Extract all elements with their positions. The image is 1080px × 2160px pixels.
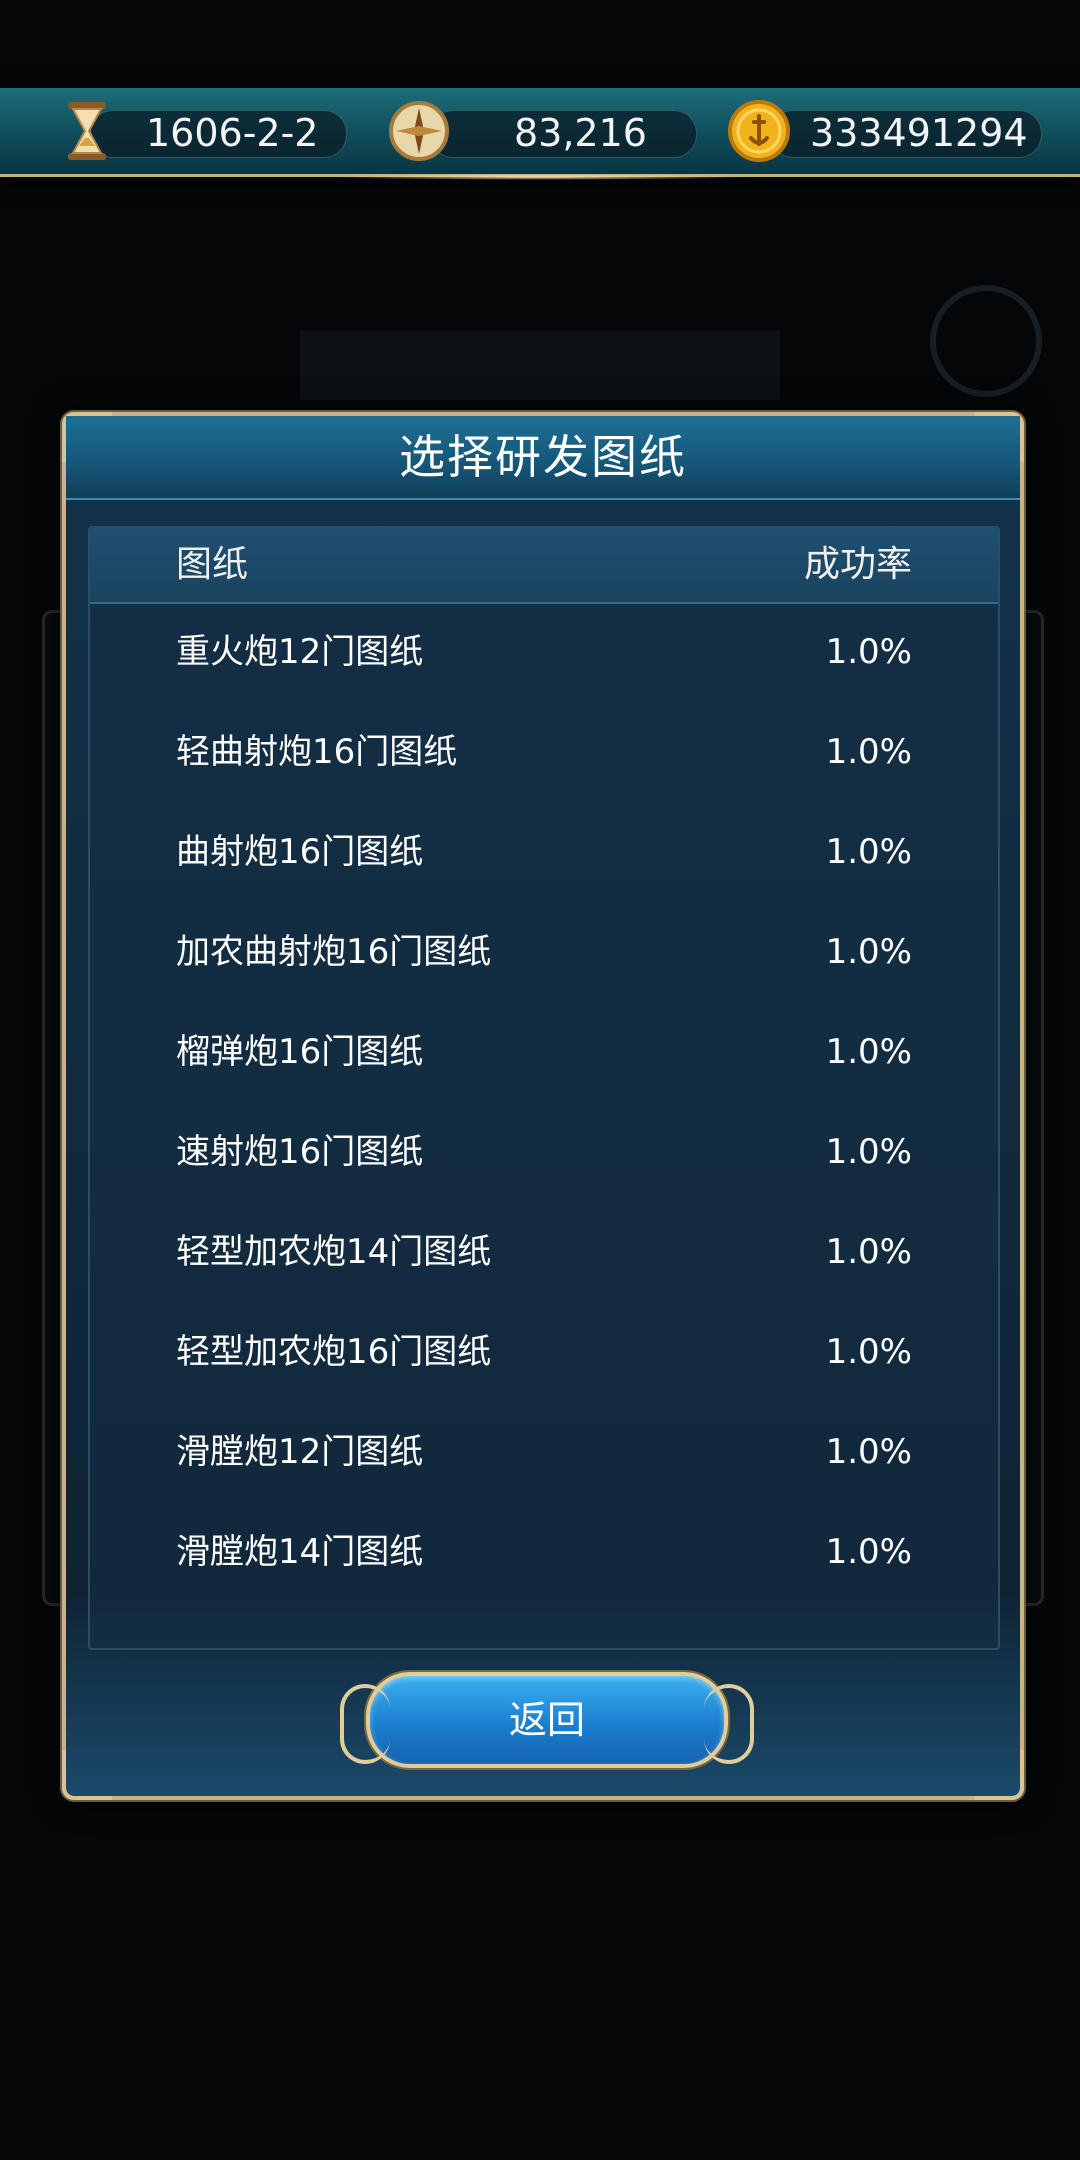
success-rate: 1.0% bbox=[825, 632, 912, 672]
success-rate: 1.0% bbox=[825, 1532, 912, 1572]
blueprint-name: 速射炮16门图纸 bbox=[176, 1132, 424, 1172]
success-rate: 1.0% bbox=[825, 1332, 912, 1372]
success-rate: 1.0% bbox=[825, 832, 912, 872]
corner-ornament bbox=[62, 1750, 112, 1800]
table-row[interactable]: 滑膛炮12门图纸 1.0% bbox=[90, 1402, 998, 1502]
corner-ornament bbox=[974, 1750, 1024, 1800]
success-rate: 1.0% bbox=[825, 1132, 912, 1172]
blueprint-name: 轻型加农炮14门图纸 bbox=[176, 1232, 492, 1272]
blueprint-name: 滑膛炮12门图纸 bbox=[176, 1432, 424, 1472]
gold-coin-icon bbox=[728, 100, 790, 162]
resource-bar: 1606-2-2 83,216 333491294 bbox=[0, 88, 1080, 180]
success-rate: 1.0% bbox=[825, 1432, 912, 1472]
hourglass-icon bbox=[68, 102, 106, 160]
blueprint-name: 加农曲射炮16门图纸 bbox=[176, 932, 492, 972]
background-back-icon bbox=[930, 285, 1042, 397]
blueprint-name: 重火炮12门图纸 bbox=[176, 632, 424, 672]
back-button[interactable]: 返回 bbox=[340, 1672, 754, 1768]
table-row[interactable]: 曲射炮16门图纸 1.0% bbox=[90, 802, 998, 902]
table-row[interactable]: 轻型加农炮14门图纸 1.0% bbox=[90, 1202, 998, 1302]
blueprint-name: 榴弹炮16门图纸 bbox=[176, 1032, 424, 1072]
table-row[interactable]: 滑膛炮14门图纸 1.0% bbox=[90, 1502, 998, 1602]
table-row[interactable]: 速射炮16门图纸 1.0% bbox=[90, 1102, 998, 1202]
success-rate: 1.0% bbox=[825, 932, 912, 972]
compass-icon bbox=[389, 101, 449, 161]
table-row[interactable]: 加农曲射炮16门图纸 1.0% bbox=[90, 902, 998, 1002]
success-rate: 1.0% bbox=[825, 1032, 912, 1072]
back-button-label: 返回 bbox=[508, 1698, 585, 1742]
select-blueprint-dialog: 选择研发图纸 图纸 成功率 重火炮12门图纸 1.0% 轻曲射炮16门图纸 1.… bbox=[62, 412, 1024, 1800]
column-header-blueprint: 图纸 bbox=[176, 544, 249, 585]
dialog-title: 选择研发图纸 bbox=[399, 430, 687, 484]
gold-value: 333491294 bbox=[810, 111, 1028, 155]
success-rate: 1.0% bbox=[825, 732, 912, 772]
date-value: 1606-2-2 bbox=[146, 111, 319, 155]
table-row[interactable]: 轻曲射炮16门图纸 1.0% bbox=[90, 702, 998, 802]
blueprint-table: 图纸 成功率 重火炮12门图纸 1.0% 轻曲射炮16门图纸 1.0% 曲射炮1… bbox=[88, 526, 1000, 1650]
blueprint-name: 滑膛炮14门图纸 bbox=[176, 1532, 424, 1572]
blueprint-name: 曲射炮16门图纸 bbox=[176, 832, 424, 872]
background-title-plate bbox=[300, 330, 780, 400]
success-rate: 1.0% bbox=[825, 1232, 912, 1272]
table-row[interactable]: 榴弹炮16门图纸 1.0% bbox=[90, 1002, 998, 1102]
table-row[interactable]: 重火炮12门图纸 1.0% bbox=[90, 602, 998, 702]
blueprint-name: 轻型加农炮16门图纸 bbox=[176, 1332, 492, 1372]
column-header-success-rate: 成功率 bbox=[803, 544, 912, 585]
table-header: 图纸 成功率 bbox=[90, 528, 998, 604]
blueprint-name: 轻曲射炮16门图纸 bbox=[176, 732, 458, 772]
table-row[interactable]: 轻型加农炮16门图纸 1.0% bbox=[90, 1302, 998, 1402]
compass-value: 83,216 bbox=[514, 111, 647, 155]
